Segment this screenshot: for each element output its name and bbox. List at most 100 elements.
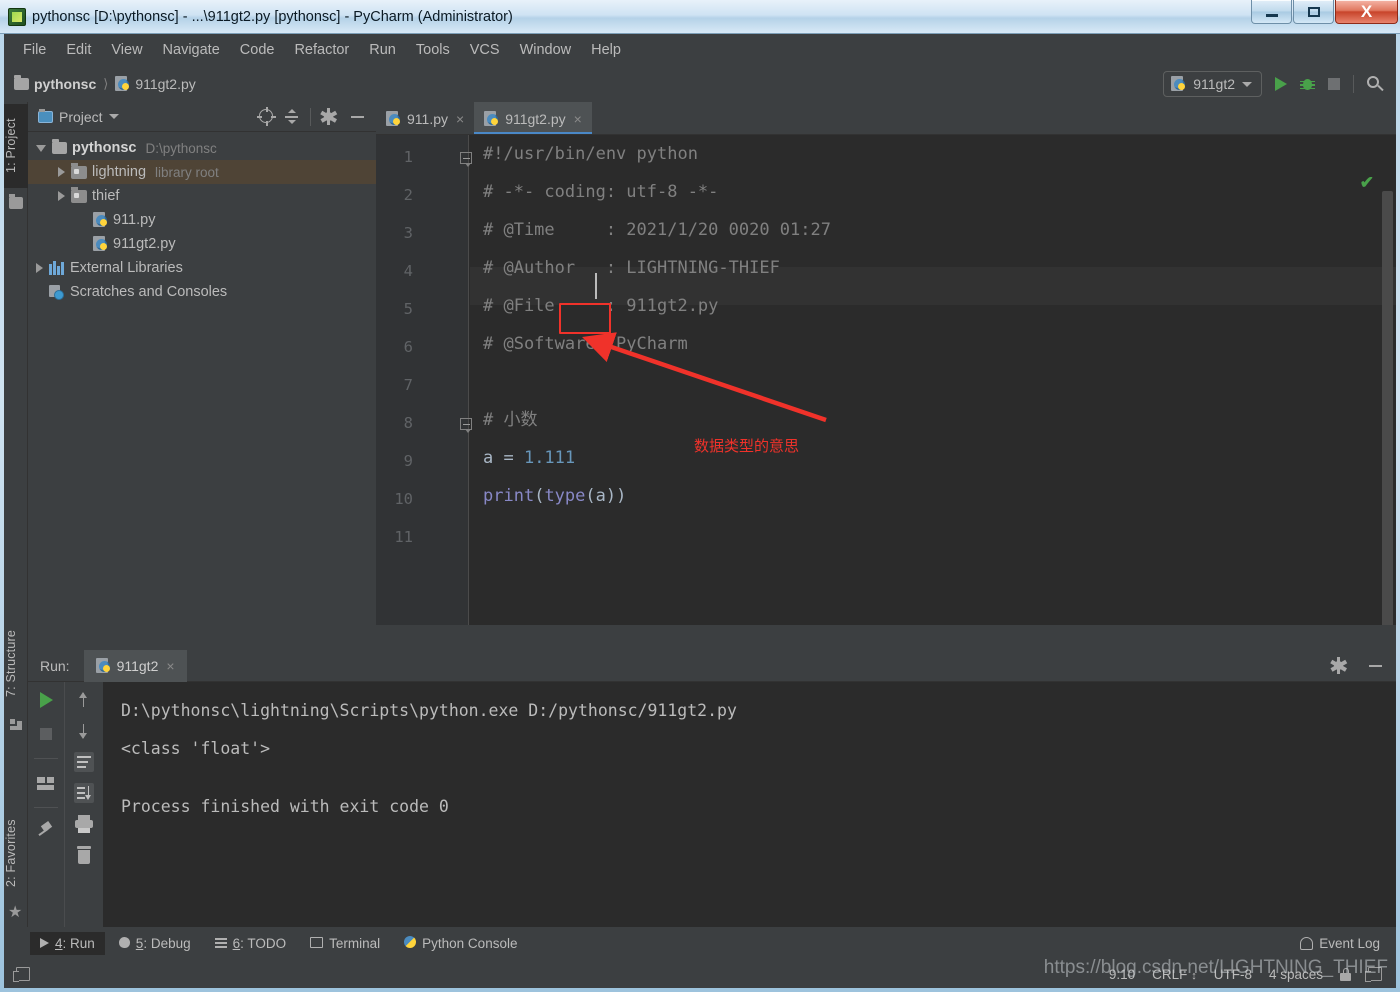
menu-item-window[interactable]: Window [511,39,581,61]
event-log-button[interactable]: Event Log [1300,936,1380,951]
menu-item-vcs[interactable]: VCS [461,39,509,61]
menu-item-view[interactable]: View [102,39,151,61]
menu-item-edit[interactable]: Edit [57,39,100,61]
editor-tab-label: 911.py [407,110,448,127]
line-separator[interactable]: CRLF ↕ [1152,967,1197,982]
fold-marker-icon[interactable] [460,418,473,433]
clear-all-icon[interactable] [74,845,94,865]
run-panel-actions [1330,657,1382,674]
pycharm-window: pythonsc [D:\pythonsc] - ...\911gt2.py [… [0,0,1400,992]
caret-position[interactable]: 9:10 [1109,967,1135,982]
collapse-all-icon[interactable] [282,107,301,126]
menu-item-code[interactable]: Code [231,39,284,61]
sidebar-tab-structure[interactable]: 7: Structure [4,614,28,712]
layout-icon[interactable] [36,773,56,793]
close-icon[interactable]: × [456,111,464,127]
divider [1353,75,1354,93]
maximize-button[interactable] [1293,0,1334,24]
line-number: 8 [403,414,413,432]
chevron-down-icon[interactable] [108,114,119,119]
tree-item-lightning[interactable]: lightning library root [28,160,376,184]
menu-item-refactor[interactable]: Refactor [285,39,358,61]
divider [34,758,58,759]
code-token: # @Author : LIGHTNING-THIEF [483,258,780,278]
run-configuration-selector[interactable]: 911gt2 [1163,71,1262,97]
tool-window-button-4--run[interactable]: 4: Run [30,932,105,955]
lock-icon[interactable] [1340,967,1351,981]
tree-item-thief[interactable]: thief [28,184,376,208]
menu-item-file[interactable]: File [14,39,55,61]
hide-icon[interactable] [1369,664,1382,667]
tool-window-button-python-console[interactable]: Python Console [394,932,527,955]
debug-button[interactable] [1300,77,1315,92]
chevron-right-icon[interactable] [58,191,65,201]
run-button[interactable] [1275,77,1287,91]
code-line: # @Author : LIGHTNING-THIEF [483,249,780,287]
tree-item-pythonsc[interactable]: pythonsc D:\pythonsc [28,136,376,160]
libraries-icon [49,261,65,275]
code-line: # @Time : 2021/1/20 0020 01:27 [483,211,831,249]
run-panel-header: Run: 911gt2 × [28,649,1396,682]
chevron-right-icon[interactable] [36,263,43,273]
run-tab-label: 911gt2 [116,657,159,674]
editor-tab-911-py[interactable]: 911.py × [376,102,474,135]
line-number: 1 [403,148,413,166]
search-everywhere-icon[interactable] [1367,75,1384,93]
down-icon[interactable] [74,721,94,741]
up-icon[interactable] [74,690,94,710]
close-icon[interactable]: × [166,658,174,674]
toggle-toolbar-icon[interactable] [13,967,30,982]
pin-icon[interactable] [36,821,56,842]
tree-item-911-py[interactable]: 911.py [28,208,376,232]
minimize-button[interactable] [1251,0,1292,24]
menu-item-tools[interactable]: Tools [407,39,459,61]
rerun-icon[interactable] [36,690,56,710]
stop-icon[interactable] [36,724,56,744]
code-line: # 小数 [483,401,537,439]
line-number: 10 [394,490,413,508]
inspection-status-icon[interactable]: ✔ [1360,173,1374,193]
tree-item-911gt2-py[interactable]: 911gt2.py [28,232,376,256]
scroll-to-end-icon[interactable] [73,783,94,803]
sidebar-tab-favorites[interactable]: 2: Favorites [4,804,28,902]
divider [34,807,58,808]
memory-indicator-icon[interactable] [1365,967,1382,982]
tool-window-button-5--debug[interactable]: 5: Debug [109,932,201,955]
menu-item-run[interactable]: Run [360,39,405,61]
close-button[interactable]: X [1335,0,1398,24]
tool-window-button-terminal[interactable]: Terminal [300,932,390,955]
menu-bar: File Edit View Navigate Code Refactor Run Tools… [4,34,1396,66]
chevron-right-icon[interactable] [58,167,65,177]
todo-icon [214,936,227,951]
menu-item-navigate[interactable]: Navigate [154,39,229,61]
console-output[interactable]: D:\pythonsc\lightning\Scripts\python.exe… [103,682,1396,927]
run-tab[interactable]: 911gt2 × [83,649,187,682]
chevron-down-icon[interactable] [36,144,46,152]
indent-setting[interactable]: 4 spaces [1269,967,1323,982]
menu-item-help[interactable]: Help [582,39,630,61]
file-encoding[interactable]: UTF-8 [1214,967,1252,982]
hide-icon[interactable] [351,115,364,118]
tree-item-scratches-and-consoles[interactable]: Scratches and Consoles [28,280,376,304]
sidebar-tab-project[interactable]: 1: Project [4,104,28,188]
soft-wrap-icon[interactable] [73,752,94,772]
print-icon[interactable] [74,814,94,834]
terminal-icon [310,936,324,951]
fold-marker-icon[interactable] [460,152,473,167]
stop-button[interactable] [1328,78,1340,90]
editor-scrollbar[interactable] [1382,191,1393,625]
tool-window-button-6--todo[interactable]: 6: TODO [205,932,297,955]
tree-item-external-libraries[interactable]: External Libraries [28,256,376,280]
settings-gear-icon[interactable] [1330,657,1347,674]
breadcrumb-project[interactable]: pythonsc [14,75,96,92]
event-log-label: Event Log [1319,936,1380,951]
tool-window-button-label: 6: TODO [232,936,287,951]
line-number: 9 [403,452,413,470]
locate-icon[interactable] [257,107,276,126]
settings-gear-icon[interactable] [320,108,337,125]
close-icon[interactable]: × [574,111,582,127]
breadcrumb-file[interactable]: 911gt2.py [115,76,196,92]
editor-tab-911gt2-py[interactable]: 911gt2.py × [474,102,592,135]
code-editor[interactable]: 1 2 3 4 5 6 7 8 9 10 11 #!/usr/bin/env python # -*-… [376,135,1396,625]
status-bar-right: 9:10 CRLF ↕ UTF-8 4 spaces [1109,967,1382,982]
